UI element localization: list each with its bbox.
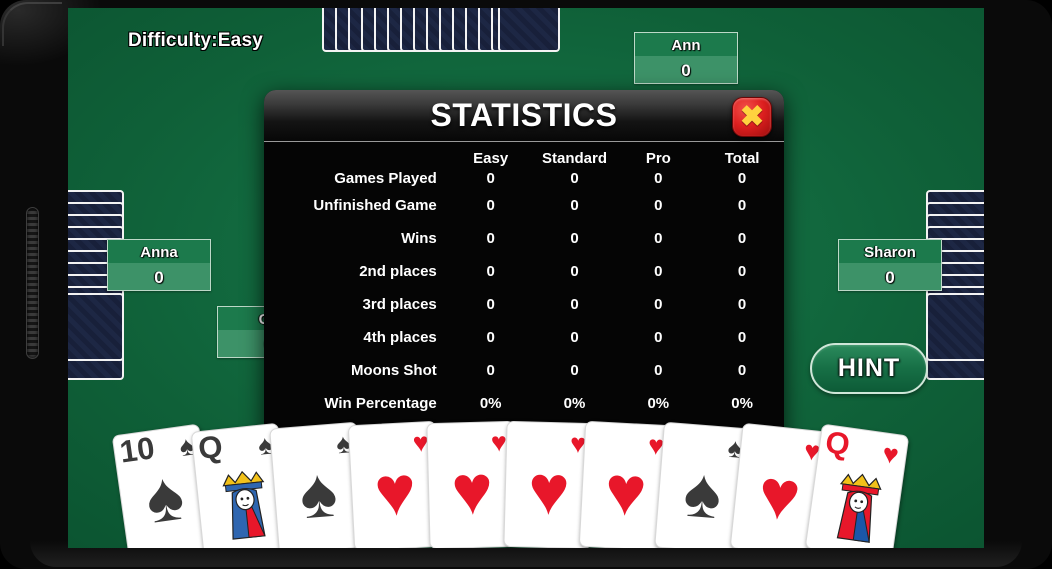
stat-value: 0 <box>486 362 495 379</box>
table-header-row: Easy Standard Pro Total <box>264 148 784 167</box>
stat-value: 0 <box>737 197 747 214</box>
dialog-title: STATISTICS <box>430 97 618 133</box>
stat-value: 0 <box>737 263 747 280</box>
stat-value: 0 <box>654 329 663 346</box>
card-suit-large-icon: ♥ <box>754 453 805 536</box>
card-suit-large-icon: ♥ <box>450 450 494 530</box>
queen-face-art <box>824 467 891 548</box>
table-row: Moons Shot 0 0 0 0 <box>264 354 784 387</box>
stat-value: 0% <box>731 395 753 412</box>
card-back-top <box>498 8 560 52</box>
stat-value: 0 <box>654 169 663 187</box>
queen-face-art <box>214 464 278 548</box>
table-row: 3rd places 0 0 0 0 <box>264 288 784 321</box>
stat-value: 0 <box>570 230 579 247</box>
stat-value: 0% <box>647 395 670 412</box>
hint-button[interactable]: HINT <box>810 343 928 394</box>
header-spacer <box>264 148 449 167</box>
player-name: Anna <box>140 244 178 261</box>
player-box-sharon[interactable]: Sharon 0 <box>838 239 942 291</box>
stat-value: 0 <box>486 329 495 346</box>
statistics-table-body: Games Played 0 0 0 0 Unfinished Game 0 0 0 0 Wins 0… <box>264 167 784 420</box>
player-box-anna[interactable]: Anna 0 <box>107 239 211 291</box>
stat-value: 0 <box>570 169 579 187</box>
stat-value: 0 <box>737 169 747 187</box>
card-suit-large-icon: ♥ <box>372 451 419 532</box>
stat-value: 0% <box>479 395 502 412</box>
stat-value: 0 <box>486 296 495 313</box>
stat-row-label: Unfinished Game <box>313 197 437 214</box>
column-header-total: Total <box>724 150 760 167</box>
card-suit-large-icon: ♠ <box>140 455 189 538</box>
stat-value: 0 <box>570 296 579 313</box>
table-row: 4th places 0 0 0 0 <box>264 321 784 354</box>
speaker-grille-icon <box>26 207 39 359</box>
table-row: Games Played 0 0 0 0 <box>264 167 784 189</box>
table-row: Unfinished Game 0 0 0 0 <box>264 189 784 222</box>
close-icon: ✖ <box>739 100 765 133</box>
stat-row-label: Moons Shot <box>350 362 437 379</box>
stat-row-label: 2nd places <box>359 263 437 280</box>
card-suit-large-icon: ♥ <box>602 451 649 532</box>
card-rank: Q <box>196 428 225 466</box>
card-suit-icon: ♥ <box>880 438 901 471</box>
stat-value: 0 <box>654 263 663 280</box>
table-row: Wins 0 0 0 0 <box>264 222 784 255</box>
stat-row-label: 3rd places <box>362 296 437 313</box>
bezel-corner-highlight <box>2 2 62 46</box>
table-row: Win Percentage 0% 0% 0% 0% <box>264 387 784 420</box>
card-suit-icon: ♥ <box>490 426 508 458</box>
player-name: Sharon <box>864 244 916 261</box>
hand-card[interactable]: Q♥♥ <box>804 423 910 548</box>
player-score: 0 <box>681 60 691 80</box>
stat-value: 0 <box>570 329 579 346</box>
stat-row-label: Win Percentage <box>324 395 437 412</box>
column-header-easy: Easy <box>473 150 509 167</box>
stat-value: 0 <box>737 230 747 247</box>
table-row: 2nd places 0 0 0 0 <box>264 255 784 288</box>
stat-value: 0 <box>654 230 663 247</box>
app-root: Difficulty:Easy Ann 0 Anna 0 Sharon 0 Gu… <box>0 0 1052 569</box>
stat-value: 0 <box>570 263 579 280</box>
player-score: 0 <box>154 267 164 287</box>
stat-value: 0 <box>486 169 495 187</box>
stat-value: 0 <box>486 197 495 214</box>
difficulty-label: Difficulty:Easy <box>128 30 263 51</box>
card-back-right <box>926 293 984 361</box>
player-score: 0 <box>885 267 895 287</box>
stat-value: 0 <box>654 362 663 379</box>
stat-row-label: Games Played <box>334 169 437 187</box>
stat-row-label: 4th places <box>363 329 437 346</box>
card-suit-large-icon: ♥ <box>527 450 571 530</box>
stat-value: 0 <box>654 296 663 313</box>
stat-row-label: Wins <box>401 230 437 247</box>
card-suit-large-icon: ♠ <box>681 452 725 534</box>
stat-value: 0 <box>654 197 663 214</box>
statistics-table: Easy Standard Pro Total Games Played 0 0 0 0… <box>264 148 784 420</box>
statistics-table-head: Easy Standard Pro Total <box>264 148 784 167</box>
card-rank: Q <box>823 424 853 463</box>
stat-value: 0 <box>570 362 579 379</box>
stat-value: 0 <box>737 362 747 379</box>
stat-value: 0 <box>570 197 579 214</box>
player-name: Ann <box>671 37 701 54</box>
column-header-standard: Standard <box>541 150 607 167</box>
stat-value: 0 <box>486 230 495 247</box>
close-button[interactable]: ✖ <box>732 97 772 137</box>
card-back-left <box>68 293 124 361</box>
stat-value: 0 <box>737 296 747 313</box>
stat-value: 0 <box>486 263 495 280</box>
dialog-titlebar: STATISTICS ✖ <box>264 90 784 142</box>
player-box-ann[interactable]: Ann 0 <box>634 32 738 84</box>
stat-value: 0% <box>563 395 586 412</box>
column-header-pro: Pro <box>645 150 671 167</box>
card-suit-large-icon: ♠ <box>296 452 340 534</box>
stat-value: 0 <box>737 329 747 346</box>
